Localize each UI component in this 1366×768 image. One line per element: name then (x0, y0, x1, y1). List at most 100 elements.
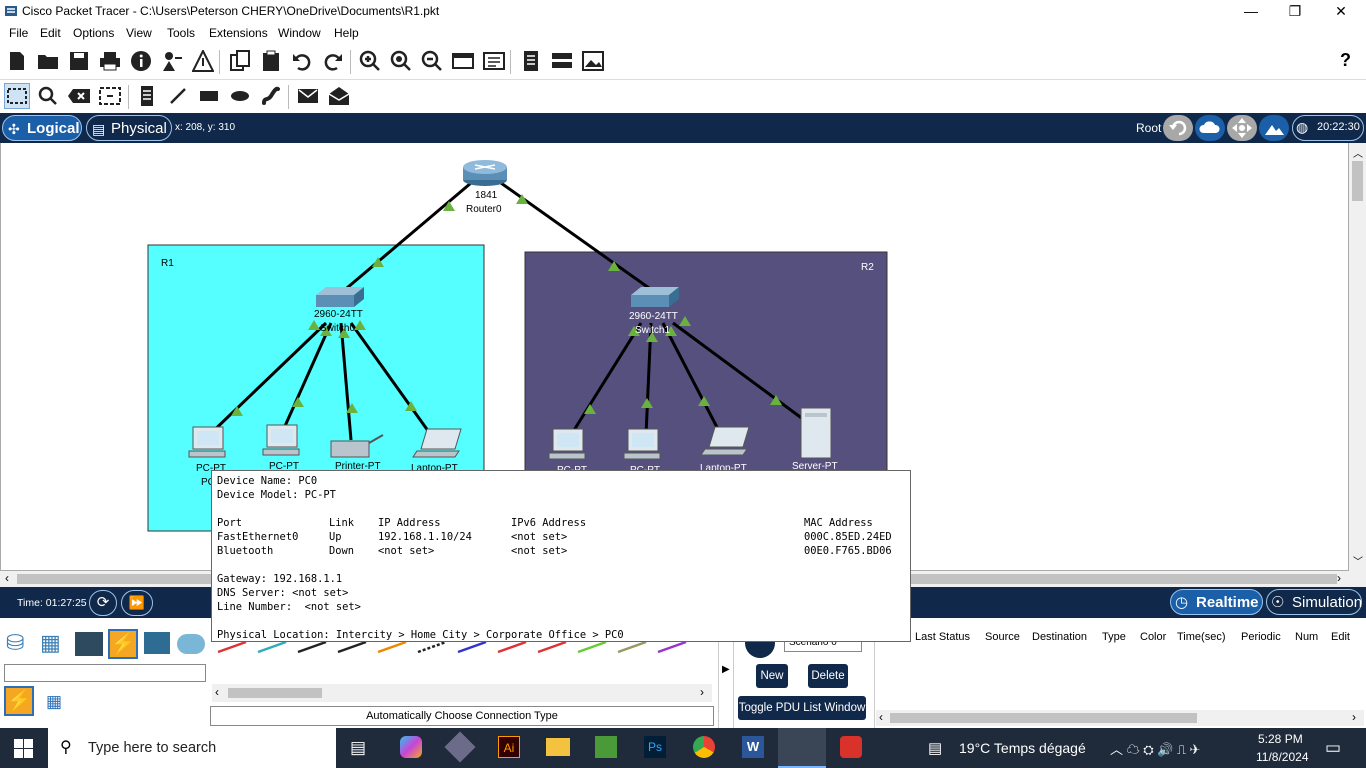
cable-scrollbar[interactable]: ‹ › (212, 684, 712, 702)
multiuser-icon[interactable] (177, 634, 205, 654)
col-time[interactable]: Time(sec) (1177, 631, 1225, 643)
col-num[interactable]: Num (1295, 631, 1318, 643)
print-icon[interactable] (97, 48, 123, 74)
grid-view-icon[interactable]: ▦ (46, 692, 62, 712)
save-icon[interactable] (66, 48, 92, 74)
word-icon[interactable]: W (742, 736, 764, 758)
server0[interactable] (800, 407, 832, 459)
app-icon-green[interactable] (595, 736, 617, 758)
connections-icon[interactable]: ⚡ (108, 629, 138, 659)
scroll-down-icon[interactable]: ﹀ (1353, 553, 1363, 568)
redo-icon[interactable] (320, 48, 346, 74)
col-destination[interactable]: Destination (1032, 631, 1087, 643)
expand-arrow-icon[interactable]: ▶ (722, 664, 730, 675)
logical-tab[interactable]: ✣ Logical (2, 115, 82, 141)
taskbar-time[interactable]: 5:28 PM (1258, 732, 1303, 746)
zoom-out-icon[interactable] (419, 48, 445, 74)
menu-window[interactable]: Window (278, 26, 321, 40)
drawing-palette-icon[interactable] (450, 48, 476, 74)
resize-icon[interactable] (97, 83, 123, 109)
undo-icon[interactable] (289, 48, 315, 74)
scroll-thumb[interactable] (890, 713, 1197, 723)
close-button[interactable]: ✕ (1318, 0, 1364, 23)
col-type[interactable]: Type (1102, 631, 1126, 643)
chrome-icon[interactable] (693, 736, 715, 758)
col-source[interactable]: Source (985, 631, 1020, 643)
pdu-scrollbar[interactable]: ‹ › (876, 710, 1364, 726)
menu-tools[interactable]: Tools (167, 26, 195, 40)
photoshop-icon[interactable]: Ps (644, 736, 666, 758)
delete-icon[interactable] (66, 83, 92, 109)
activity-wizard-icon[interactable] (159, 48, 185, 74)
vertical-scrollbar[interactable]: ︿ ﹀ (1349, 143, 1366, 571)
scroll-thumb[interactable] (228, 688, 322, 698)
network-info-icon[interactable] (190, 48, 216, 74)
help-icon[interactable]: ? (1340, 50, 1351, 71)
device-search-input[interactable] (4, 664, 206, 682)
scroll-right-icon[interactable]: › (1337, 571, 1341, 585)
paste-icon[interactable] (258, 48, 284, 74)
switch1[interactable] (631, 287, 679, 307)
add-complex-pdu-icon[interactable] (326, 83, 352, 109)
switch0[interactable] (316, 287, 364, 307)
end-devices-icon[interactable]: ▦ (40, 630, 70, 658)
menu-file[interactable]: File (9, 26, 28, 40)
router0[interactable] (463, 160, 507, 186)
pc0[interactable] (188, 426, 226, 458)
app-icon[interactable] (444, 731, 476, 763)
physical-tab[interactable]: ▤ Physical (86, 115, 172, 141)
copy-icon[interactable] (227, 48, 253, 74)
scroll-right-icon[interactable]: › (1352, 710, 1356, 724)
pc3[interactable] (623, 428, 661, 460)
new-scenario-button[interactable]: New (756, 664, 788, 688)
move-icon[interactable] (1227, 115, 1257, 141)
delete-scenario-button[interactable]: Delete (808, 664, 848, 688)
pc2[interactable] (548, 428, 586, 460)
add-simple-pdu-icon[interactable] (295, 83, 321, 109)
copilot-icon[interactable] (400, 736, 422, 758)
network-devices-icon[interactable]: ⛁ (6, 630, 36, 658)
col-periodic[interactable]: Periodic (1241, 631, 1281, 643)
scroll-left-icon[interactable]: ‹ (215, 685, 219, 699)
components-icon[interactable] (75, 632, 103, 656)
menu-extensions[interactable]: Extensions (209, 26, 268, 40)
weather-text[interactable]: 19°C Temps dégagé (959, 740, 1086, 756)
background-image-icon[interactable] (1259, 115, 1289, 141)
toggle-pdu-list-button[interactable]: Toggle PDU List Window (738, 696, 866, 720)
restore-button[interactable]: ❐ (1272, 0, 1318, 23)
realtime-tab[interactable]: ◷ Realtime (1170, 589, 1263, 615)
col-color[interactable]: Color (1140, 631, 1166, 643)
info-icon[interactable] (128, 48, 154, 74)
notes-icon[interactable] (518, 48, 544, 74)
start-icon[interactable] (14, 739, 33, 758)
task-view-icon[interactable]: ▤ (350, 738, 366, 758)
clock-display[interactable]: ◍ 20:22:30 (1292, 115, 1364, 141)
new-file-icon[interactable] (4, 48, 30, 74)
draw-ellipse-icon[interactable] (227, 83, 253, 109)
open-folder-icon[interactable] (35, 48, 61, 74)
tray-icons[interactable]: ︿ ☁ ⛭ 🔊 ⎍ ✈ (1110, 739, 1200, 758)
notification-icon[interactable]: ▭ (1325, 738, 1341, 758)
custom-devices-icon[interactable] (481, 48, 507, 74)
device-template-icon[interactable] (549, 48, 575, 74)
misc-icon[interactable] (144, 632, 170, 654)
select-icon[interactable] (4, 83, 30, 109)
scroll-thumb[interactable] (1352, 161, 1363, 201)
illustrator-icon[interactable]: Ai (498, 736, 520, 758)
packet-tracer-taskbar-icon[interactable] (778, 728, 826, 768)
menu-options[interactable]: Options (73, 26, 114, 40)
screenshot-icon[interactable] (580, 48, 606, 74)
app-icon-red[interactable] (840, 736, 862, 758)
scroll-up-icon[interactable]: ︿ (1353, 145, 1363, 160)
connection-category-icon[interactable]: ⚡ (4, 686, 34, 716)
place-note-icon[interactable] (134, 83, 160, 109)
simulation-tab[interactable]: ☉ Simulation (1266, 589, 1362, 615)
inspect-icon[interactable] (35, 83, 61, 109)
minimize-button[interactable]: — (1228, 0, 1274, 23)
file-explorer-icon[interactable] (546, 738, 570, 756)
scroll-left-icon[interactable]: ‹ (879, 710, 883, 724)
col-last-status[interactable]: Last Status (915, 631, 970, 643)
taskbar-search[interactable]: ⚲ Type here to search (48, 728, 336, 768)
cloud-icon[interactable] (1195, 115, 1225, 141)
col-edit[interactable]: Edit (1331, 631, 1350, 643)
